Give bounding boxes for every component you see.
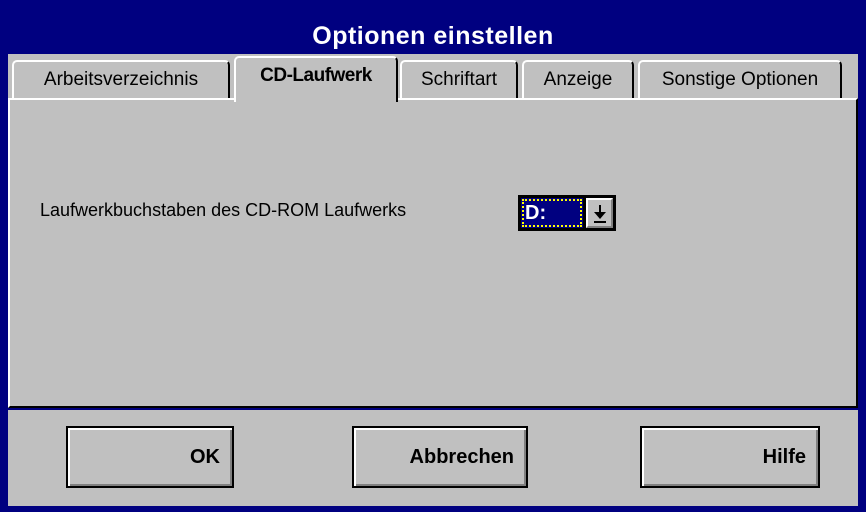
- dropdown-button[interactable]: [586, 198, 613, 228]
- tab-sonstige-optionen[interactable]: Sonstige Optionen: [638, 60, 842, 100]
- window-title: Optionen einstellen: [312, 22, 554, 50]
- dialog-window: Optionen einstellen Arbeitsverzeichnis C…: [0, 0, 866, 512]
- drive-letter-combobox[interactable]: D:: [518, 195, 616, 231]
- dropdown-arrow-icon: [594, 205, 606, 223]
- tab-schriftart[interactable]: Schriftart: [400, 60, 518, 100]
- tab-strip: Arbeitsverzeichnis CD-Laufwerk Schriftar…: [8, 54, 858, 102]
- tab-panel-cd-laufwerk: Laufwerkbuchstaben des CD-ROM Laufwerks …: [8, 98, 858, 408]
- dialog-body: Arbeitsverzeichnis CD-Laufwerk Schriftar…: [8, 54, 858, 506]
- help-button[interactable]: Hilfe: [640, 426, 820, 488]
- drive-letter-label: Laufwerkbuchstaben des CD-ROM Laufwerks: [40, 200, 407, 220]
- button-separator: [8, 408, 858, 410]
- drive-letter-value[interactable]: D:: [521, 198, 583, 228]
- tab-anzeige[interactable]: Anzeige: [522, 60, 634, 100]
- tab-cd-laufwerk[interactable]: CD-Laufwerk: [234, 56, 398, 102]
- ok-button[interactable]: OK: [66, 426, 234, 488]
- tab-arbeitsverzeichnis[interactable]: Arbeitsverzeichnis: [12, 60, 230, 100]
- cancel-button[interactable]: Abbrechen: [352, 426, 528, 488]
